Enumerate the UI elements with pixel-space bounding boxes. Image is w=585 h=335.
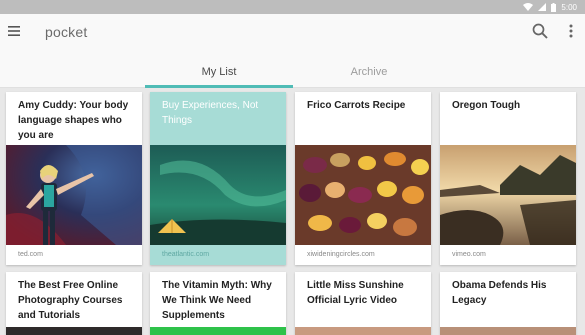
article-card[interactable]: Frico Carrots Recipe xiwideningcircles.c… [295,92,431,265]
card-image-speaker [6,145,142,245]
status-icons: 5:00 [523,1,577,13]
article-card[interactable]: Little Miss Sunshine Official Lyric Vide… [295,272,431,335]
hamburger-menu-icon[interactable] [6,23,22,39]
card-source: xiwideningcircles.com [307,251,375,258]
article-card-highlighted[interactable]: Buy Experiences, Not Things theatlantic.… [150,92,286,265]
article-card[interactable]: Oregon Tough vimeo.com [440,92,576,265]
status-bar: 5:00 [0,0,585,14]
card-source: vimeo.com [452,251,486,258]
card-image-lake [440,145,576,245]
card-title: The Best Free Online Photography Courses… [18,280,123,321]
card-image-carrots [295,145,431,245]
tab-archive[interactable]: Archive [295,58,443,88]
card-title: Little Miss Sunshine Official Lyric Vide… [307,280,404,306]
card-title: Amy Cuddy: Your body language shapes who… [18,100,129,141]
wifi-icon [523,3,534,11]
signal-icon [538,3,547,11]
card-title: The Vitamin Myth: Why We Think We Need S… [162,280,272,321]
article-card[interactable]: Amy Cuddy: Your body language shapes who… [6,92,142,265]
status-time: 5:00 [561,2,577,12]
card-title: Buy Experiences, Not Things [162,100,259,126]
card-image-partial [150,327,286,335]
article-card[interactable]: The Best Free Online Photography Courses… [6,272,142,335]
card-title: Obama Defends His Legacy [452,280,547,306]
card-source: ted.com [18,251,43,258]
app-title: pocket [45,24,88,40]
article-card[interactable]: Obama Defends His Legacy [440,272,576,335]
card-title: Oregon Tough [452,100,521,111]
more-vert-icon[interactable] [563,22,579,40]
card-image-partial [295,327,431,335]
app-bar: pocket [0,14,585,58]
search-icon[interactable] [531,22,549,40]
card-image-partial [6,327,142,335]
tab-bar: My List Archive [0,58,585,88]
card-image-tent [150,145,286,245]
card-image-partial [440,327,576,335]
battery-icon [551,2,557,12]
article-card[interactable]: The Vitamin Myth: Why We Think We Need S… [150,272,286,335]
card-source: theatlantic.com [162,251,210,258]
card-title: Frico Carrots Recipe [307,100,406,111]
tab-my-list[interactable]: My List [145,58,293,88]
